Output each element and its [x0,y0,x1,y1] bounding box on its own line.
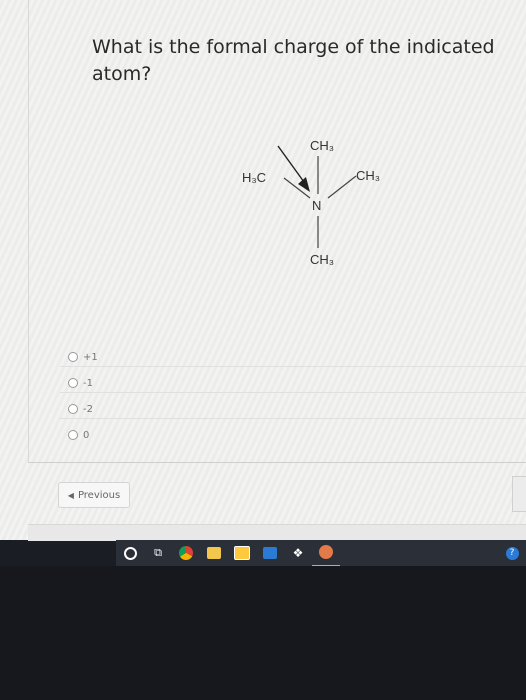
question-text: What is the formal charge of the indicat… [92,34,512,88]
page-bottom-bar [28,524,526,541]
option-divider [60,418,526,419]
dropbox-icon[interactable]: ❖ [284,540,312,566]
answer-options: +1 -1 -2 0 [68,344,98,448]
option-label: +1 [83,351,98,363]
mail-icon[interactable] [256,540,284,566]
radio-icon[interactable] [68,378,78,388]
radio-icon[interactable] [68,352,78,362]
next-button[interactable] [512,476,526,512]
h3c-left-label: H₃C [242,170,266,185]
cortana-circle-icon[interactable] [116,540,144,566]
question-line-1: What is the formal charge of the indicat… [92,36,495,58]
ch3-bottom-label: CH₃ [310,252,334,267]
option-divider [60,366,526,367]
indicator-arrow-line [277,145,305,183]
molecule-diagram: CH₃ H₃C CH₃ N CH₃ [242,138,380,267]
option-label: -2 [83,403,93,415]
radio-icon[interactable] [68,404,78,414]
chevron-left-icon: ◀ [67,490,74,500]
bond-right [327,175,357,199]
ch3-top-label: CH₃ [310,138,334,153]
option-divider [60,392,526,393]
option-zero[interactable]: 0 [68,422,98,448]
nitrogen-label: N [312,198,321,213]
help-icon[interactable]: ? [498,540,526,566]
option-label: -1 [83,377,93,389]
task-view-icon[interactable]: ⧉ [144,540,172,566]
question-line-2: atom? [92,63,152,85]
windows-taskbar: ⧉ ❖ ? [116,539,526,567]
previous-label: Previous [77,489,121,501]
radio-icon[interactable] [68,430,78,440]
chrome-icon[interactable] [172,540,200,566]
photos-icon[interactable] [312,539,340,567]
browser-viewport: What is the formal charge of the indicat… [0,0,526,541]
store-icon[interactable] [228,540,256,566]
ch3-right-label: CH₃ [356,168,380,183]
monitor-bezel [0,566,526,700]
option-label: 0 [83,429,90,441]
previous-button[interactable]: ◀ Previous [58,482,130,508]
file-explorer-icon[interactable] [200,540,228,566]
